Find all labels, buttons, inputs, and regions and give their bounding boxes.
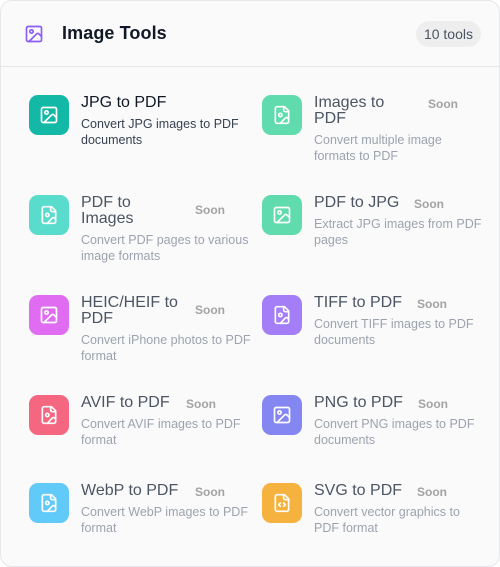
tool-name: Images to PDF xyxy=(314,94,385,127)
tool-jpg-to-pdf[interactable]: JPG to PDF Convert JPG images to PDF doc… xyxy=(29,95,254,185)
soon-badge: Soon xyxy=(428,97,458,111)
tool-description: Extract JPG images from PDF pages xyxy=(314,217,482,247)
file-image-icon xyxy=(272,305,292,325)
image-icon xyxy=(39,105,59,125)
panel-title: Image Tools xyxy=(62,23,167,43)
tool-png-to-pdf[interactable]: PNG to PDF Convert PNG images to PDF doc… xyxy=(262,395,487,485)
soon-badge: Soon xyxy=(418,397,448,411)
tool-name: HEIC/HEIF to PDF xyxy=(81,294,178,327)
tool-description: Convert JPG images to PDF documents xyxy=(81,117,239,147)
tool-description: Convert WebP images to PDF format xyxy=(81,505,248,535)
file-code-icon xyxy=(272,493,292,513)
tool-description: Convert vector graphics to PDF format xyxy=(314,505,460,535)
tool-icon-tile xyxy=(262,195,302,235)
tool-svg-to-pdf[interactable]: SVG to PDF Convert vector graphics to PD… xyxy=(262,482,487,566)
tool-description: Convert iPhone photos to PDF format xyxy=(81,333,251,363)
tool-icon-tile xyxy=(29,483,69,523)
tool-description: Convert PDF pages to various image forma… xyxy=(81,233,249,263)
image-icon xyxy=(23,23,45,45)
tool-description: Convert PNG images to PDF documents xyxy=(314,417,475,447)
soon-badge: Soon xyxy=(195,303,225,317)
tool-name: PDF to JPG xyxy=(314,194,400,211)
tool-tiff-to-pdf[interactable]: TIFF to PDF Convert TIFF images to PDF d… xyxy=(262,295,487,385)
tool-name: AVIF to PDF xyxy=(81,394,170,411)
tool-images-to-pdf[interactable]: Images to PDF Convert multiple image form… xyxy=(262,95,487,185)
tool-name: PDF to Images xyxy=(81,194,134,227)
soon-badge: Soon xyxy=(417,485,447,499)
tool-description: Convert TIFF images to PDF documents xyxy=(314,317,474,347)
file-image-icon xyxy=(39,493,59,513)
tool-name: PNG to PDF xyxy=(314,394,403,411)
tool-pdf-to-images[interactable]: PDF to Images Convert PDF pages to variou… xyxy=(29,195,254,285)
soon-badge: Soon xyxy=(186,397,216,411)
file-image-icon xyxy=(39,405,59,425)
tool-name: TIFF to PDF xyxy=(314,294,402,311)
tool-icon-tile xyxy=(29,395,69,435)
tool-icon-tile xyxy=(262,95,302,135)
image-icon xyxy=(272,405,292,425)
panel-header: Image Tools 10 tools xyxy=(1,1,499,67)
tool-heic-heif-to-pdf[interactable]: HEIC/HEIF to PDF Convert iPhone photos to… xyxy=(29,295,254,385)
tool-name: SVG to PDF xyxy=(314,482,403,499)
tool-avif-to-pdf[interactable]: AVIF to PDF Convert AVIF images to PDF f… xyxy=(29,395,254,485)
tool-webp-to-pdf[interactable]: WebP to PDF Convert WebP images to PDF f… xyxy=(29,482,254,566)
tool-name: JPG to PDF xyxy=(81,94,167,111)
soon-badge: Soon xyxy=(195,485,225,499)
file-image-icon xyxy=(39,205,59,225)
soon-badge: Soon xyxy=(417,297,447,311)
soon-badge: Soon xyxy=(195,203,225,217)
image-icon xyxy=(272,205,292,225)
file-image-icon xyxy=(272,105,292,125)
tool-description: Convert multiple image formats to PDF xyxy=(314,133,442,163)
tool-icon-tile xyxy=(29,195,69,235)
tool-icon-tile xyxy=(262,395,302,435)
tool-pdf-to-jpg[interactable]: PDF to JPG Extract JPG images from PDF p… xyxy=(262,195,487,285)
soon-badge: Soon xyxy=(414,197,444,211)
tool-name: WebP to PDF xyxy=(81,482,179,499)
image-tools-panel: Image Tools 10 tools JPG to PDF Convert … xyxy=(0,0,500,567)
tool-count-badge: 10 tools xyxy=(415,20,481,47)
tool-icon-tile xyxy=(29,295,69,335)
tool-icon-tile xyxy=(29,95,69,135)
tool-icon-tile xyxy=(262,483,302,523)
image-icon xyxy=(39,305,59,325)
tool-icon-tile xyxy=(262,295,302,335)
tool-description: Convert AVIF images to PDF format xyxy=(81,417,241,447)
